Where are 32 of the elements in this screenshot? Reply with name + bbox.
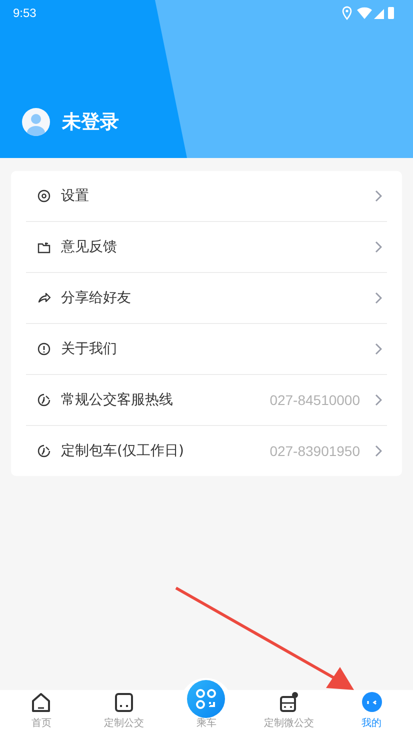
- menu-item[interactable]: 意见反馈: [26, 222, 387, 273]
- menu-label: 设置: [61, 187, 90, 205]
- chevron-right-icon: [375, 241, 382, 253]
- qr-scan-icon[interactable]: [187, 680, 226, 718]
- info-icon: [37, 342, 51, 356]
- menu-label: 定制包车(仅工作日): [61, 442, 185, 460]
- status-time: 9:53: [13, 6, 36, 20]
- chevron-right-icon: [375, 343, 382, 355]
- share-icon: [37, 291, 51, 305]
- menu-label: 关于我们: [61, 340, 118, 358]
- minibus-icon: [278, 691, 300, 713]
- phone-clock-icon: [37, 393, 51, 407]
- chevron-right-icon: [375, 394, 382, 406]
- phone-number: 027-83901950: [270, 443, 360, 459]
- bus-front-icon: [112, 691, 135, 713]
- chevron-right-icon: [375, 445, 382, 457]
- menu-item[interactable]: 定制包车(仅工作日) 027-83901950: [26, 426, 387, 476]
- phone-clock-icon: [37, 444, 51, 458]
- menu-item[interactable]: 分享给好友: [26, 273, 387, 324]
- menu-label: 意见反馈: [61, 238, 118, 256]
- menu-label: 分享给好友: [61, 289, 132, 307]
- menu-item[interactable]: 常规公交客服热线 027-84510000: [26, 375, 387, 426]
- avatar-icon[interactable]: [22, 108, 50, 136]
- settings-icon: [37, 189, 51, 203]
- folder-icon: [37, 240, 51, 254]
- chevron-right-icon: [375, 190, 382, 202]
- menu-label: 常规公交客服热线: [61, 391, 174, 409]
- chevron-right-icon: [375, 292, 382, 304]
- menu-item[interactable]: 关于我们: [26, 324, 387, 375]
- phone-number: 027-84510000: [270, 392, 360, 408]
- menu-item[interactable]: 设置: [26, 171, 387, 222]
- home-icon: [30, 691, 52, 713]
